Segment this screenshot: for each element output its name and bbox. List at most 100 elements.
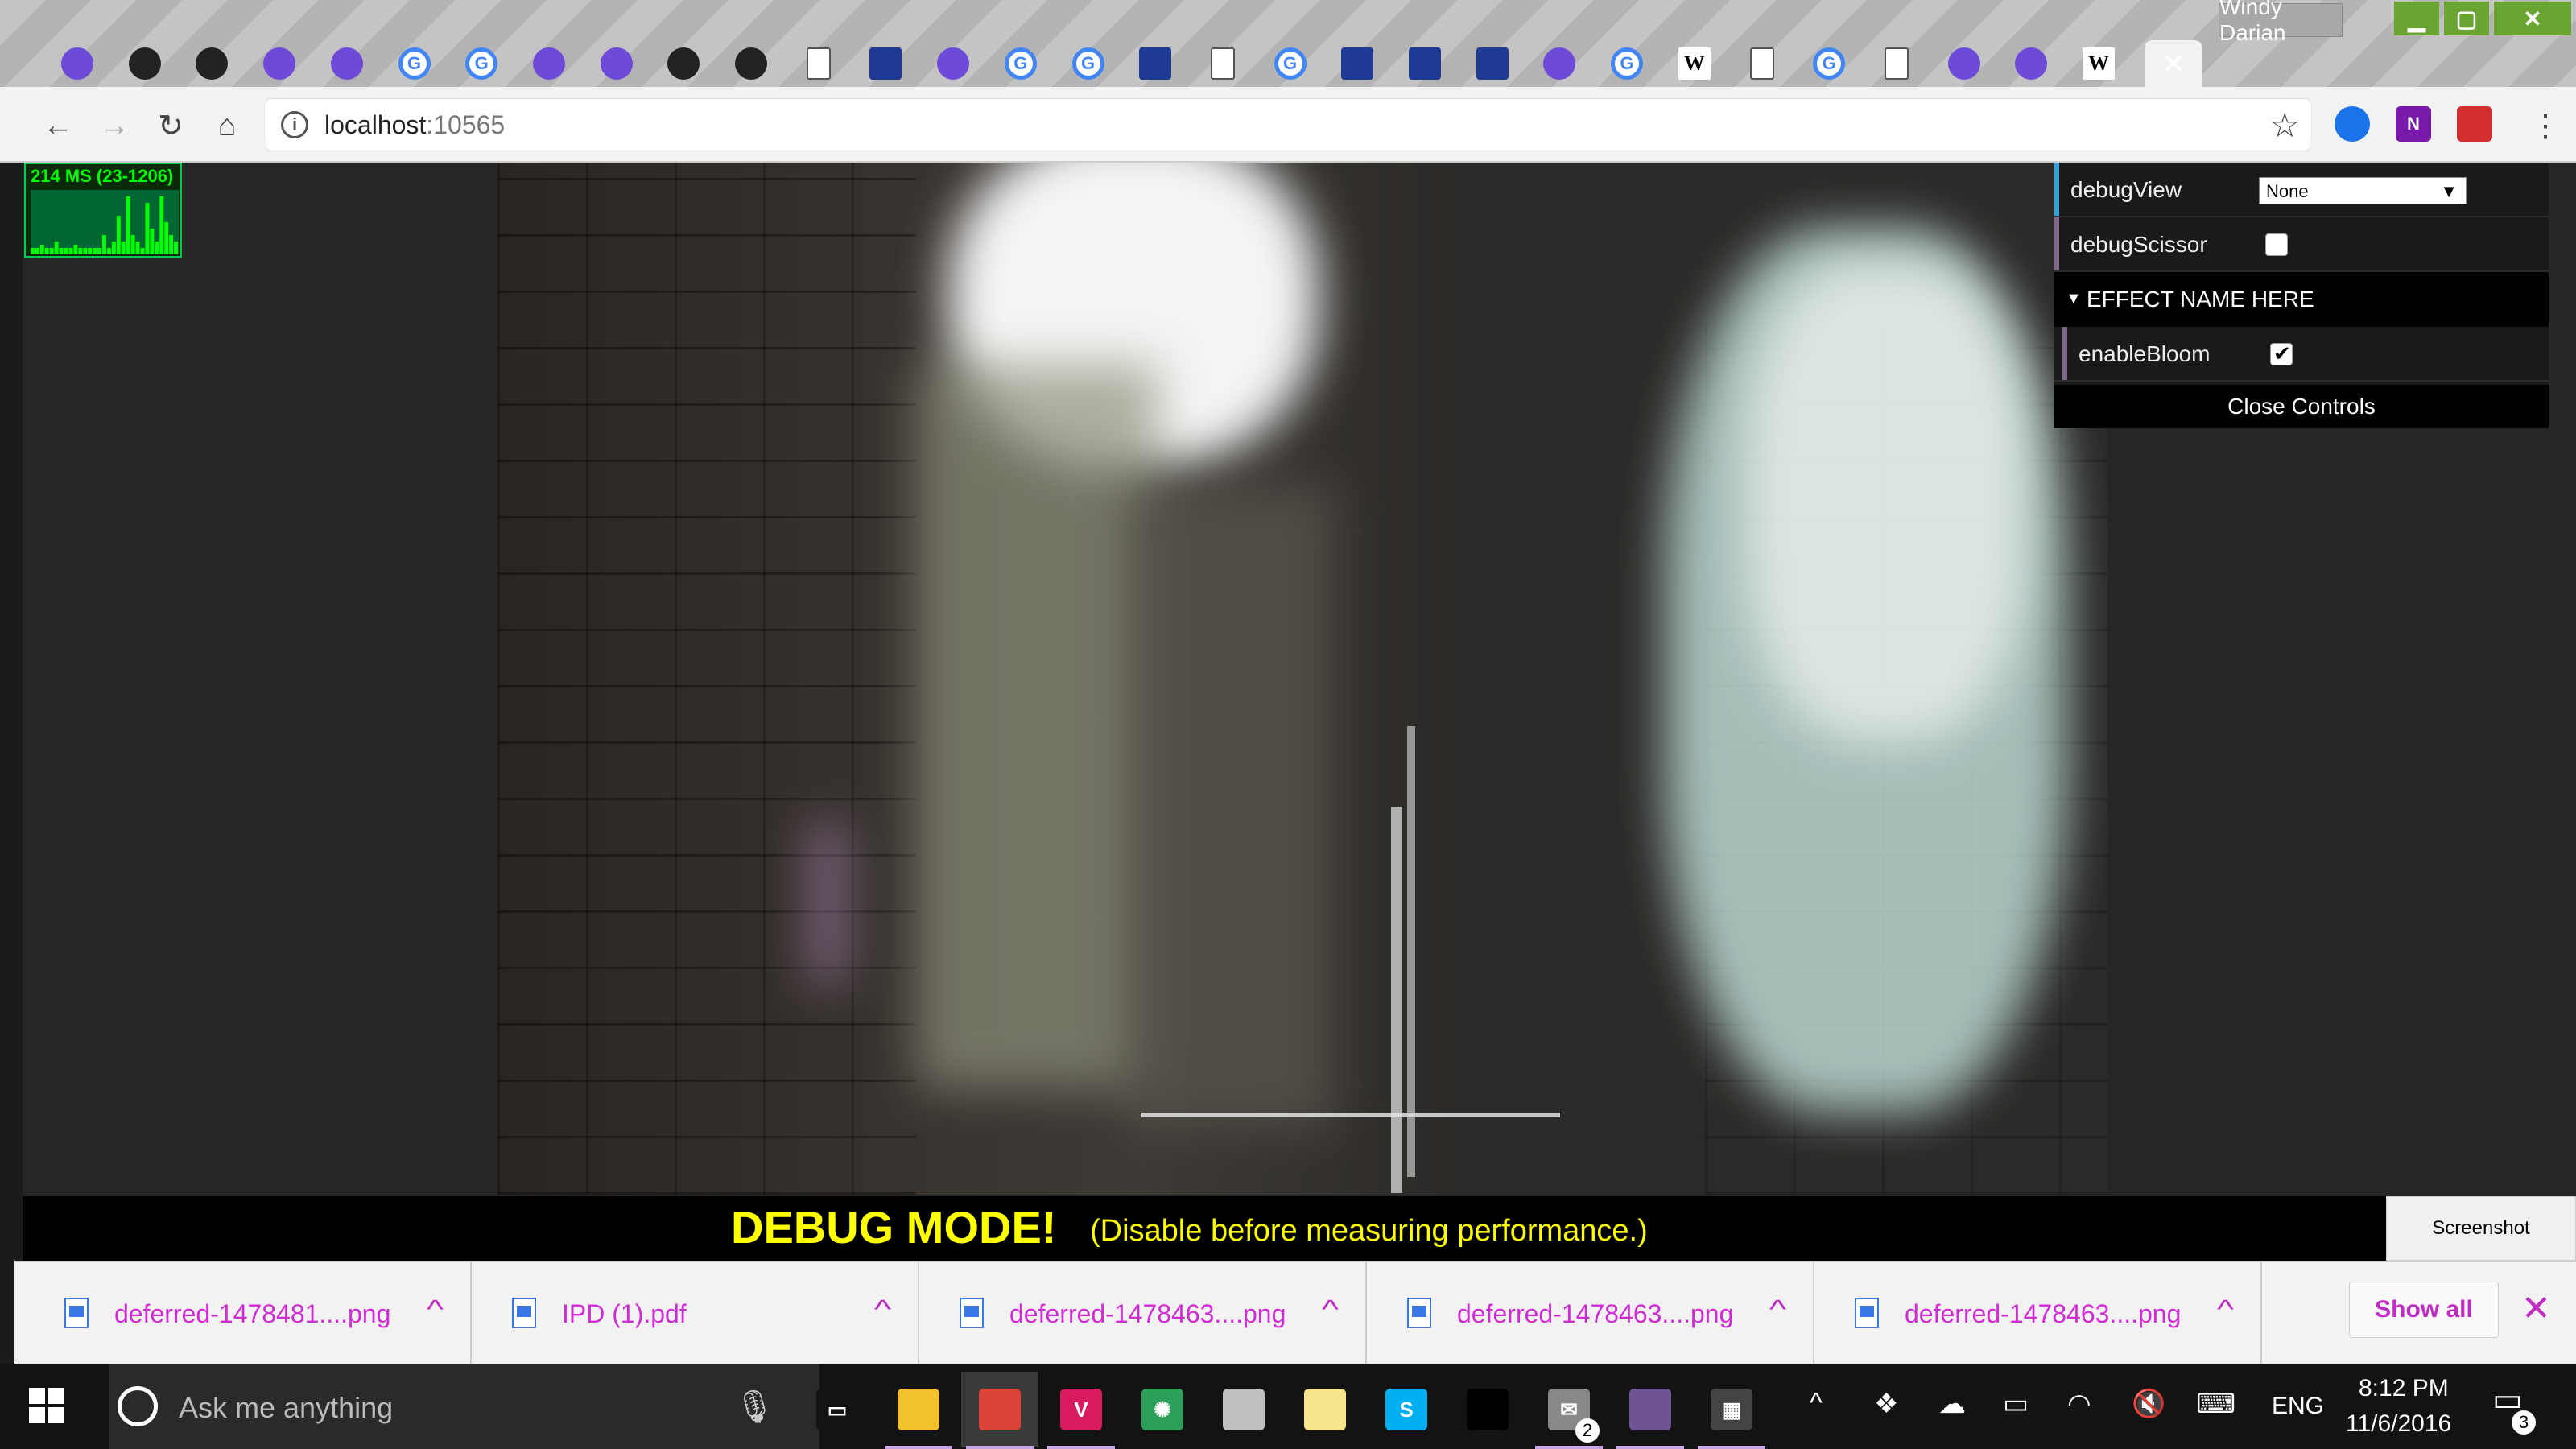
minimize-button[interactable]: ▁ <box>2394 2 2439 35</box>
profile-badge[interactable]: Windy Darian <box>2219 0 2343 45</box>
download-item[interactable]: deferred-1478481....png ^ <box>14 1262 472 1365</box>
browser-tab[interactable]: W <box>2066 40 2131 87</box>
taskbar-app[interactable]: ✺ <box>1124 1372 1201 1447</box>
frame-time-bar <box>31 248 35 254</box>
window-close-button[interactable]: ✕ <box>2494 2 2571 35</box>
browser-tab[interactable] <box>1730 40 1794 87</box>
browser-tab[interactable] <box>247 40 312 87</box>
browser-tab[interactable] <box>1123 40 1187 87</box>
close-tab-icon[interactable]: ✕ <box>2151 42 2196 87</box>
taskbar-app[interactable] <box>880 1372 957 1449</box>
download-filename[interactable]: deferred-1478463....png <box>1009 1299 1286 1329</box>
back-button[interactable]: ← <box>39 106 77 145</box>
taskbar-app[interactable]: ✉ 2 <box>1530 1372 1608 1449</box>
browser-tab[interactable] <box>1325 40 1389 87</box>
taskbar-app[interactable] <box>961 1372 1038 1449</box>
chevron-up-icon[interactable]: ^ <box>1810 1388 1823 1419</box>
browser-tab[interactable]: G <box>1056 40 1121 87</box>
download-options-chevron-icon[interactable]: ^ <box>1769 1294 1786 1324</box>
browser-tab[interactable] <box>719 40 783 87</box>
windows-start-icon[interactable] <box>29 1388 64 1423</box>
taskbar-app[interactable]: V <box>1042 1372 1120 1449</box>
address-bar[interactable]: i localhost:10565 ☆ <box>266 98 2310 151</box>
browser-tab[interactable] <box>180 40 244 87</box>
browser-tab[interactable] <box>113 40 177 87</box>
taskbar-app[interactable]: ▭ <box>799 1372 876 1447</box>
browser-tab[interactable]: G <box>989 40 1053 87</box>
microphone-icon[interactable]: 🎙 <box>734 1388 775 1426</box>
taskbar-app[interactable] <box>1612 1372 1689 1449</box>
language-indicator[interactable]: ENG <box>2272 1393 2324 1420</box>
taskbar-app[interactable]: ▦ <box>1693 1372 1770 1449</box>
reload-button[interactable]: ↻ <box>151 106 190 145</box>
browser-tab[interactable] <box>1932 40 1996 87</box>
clock-time[interactable]: 8:12 PM <box>2359 1375 2449 1402</box>
browser-tab[interactable] <box>921 40 985 87</box>
show-all-downloads-button[interactable]: Show all <box>2349 1282 2499 1338</box>
download-filename[interactable]: deferred-1478463....png <box>1457 1299 1733 1329</box>
screenshot-button[interactable]: Screenshot <box>2386 1196 2576 1261</box>
browser-tab[interactable] <box>1191 40 1255 87</box>
download-filename[interactable]: deferred-1478463....png <box>1905 1299 2181 1329</box>
browser-tab[interactable] <box>45 40 109 87</box>
download-options-chevron-icon[interactable]: ^ <box>1322 1294 1339 1324</box>
keyboard-icon[interactable]: ⌨ <box>2196 1388 2235 1420</box>
bookmark-star-icon[interactable]: ☆ <box>2269 105 2300 145</box>
download-item[interactable]: deferred-1478463....png ^ <box>1357 1262 1814 1365</box>
enablebloom-checkbox[interactable] <box>2270 341 2293 366</box>
battery-icon[interactable]: ▭ <box>2003 1388 2029 1420</box>
onenote-icon[interactable]: N <box>2396 106 2431 142</box>
browser-tab[interactable] <box>786 40 851 87</box>
download-item[interactable]: IPD (1).pdf ^ <box>462 1262 919 1365</box>
onedrive-icon[interactable]: ☁ <box>1938 1388 1966 1420</box>
download-item[interactable]: deferred-1478463....png ^ <box>1805 1262 2262 1365</box>
browser-tab[interactable] <box>1527 40 1591 87</box>
download-options-chevron-icon[interactable]: ^ <box>874 1294 891 1324</box>
browser-tab[interactable] <box>1864 40 1929 87</box>
browser-tab[interactable]: G <box>1595 40 1659 87</box>
maximize-button[interactable]: ▢ <box>2444 2 2489 35</box>
browser-tab[interactable] <box>853 40 918 87</box>
browser-tab[interactable] <box>517 40 581 87</box>
browser-tab[interactable]: G <box>382 40 447 87</box>
browser-tab[interactable] <box>315 40 379 87</box>
render-canvas[interactable] <box>497 163 2107 1195</box>
download-filename[interactable]: deferred-1478481....png <box>114 1299 390 1329</box>
url-text[interactable]: localhost:10565 <box>324 110 505 140</box>
forward-button[interactable]: → <box>95 106 134 145</box>
debugview-select[interactable]: None ▼ <box>2259 177 2467 204</box>
chrome-menu-icon[interactable]: ⋮ <box>2526 106 2565 145</box>
browser-tab[interactable] <box>1393 40 1457 87</box>
circle-extension-icon[interactable] <box>2334 106 2370 142</box>
taskbar-app[interactable] <box>1286 1372 1364 1447</box>
download-item[interactable]: deferred-1478463....png ^ <box>910 1262 1367 1365</box>
penn-shield-icon <box>1409 47 1441 80</box>
download-options-chevron-icon[interactable]: ^ <box>2217 1294 2234 1324</box>
download-filename[interactable]: IPD (1).pdf <box>562 1299 687 1329</box>
browser-tab[interactable]: G <box>1797 40 1861 87</box>
taskbar-app[interactable] <box>1449 1372 1526 1447</box>
browser-tab[interactable]: W <box>1662 40 1727 87</box>
browser-tab[interactable] <box>584 40 649 87</box>
browser-tab[interactable]: G <box>1258 40 1323 87</box>
download-options-chevron-icon[interactable]: ^ <box>427 1294 444 1324</box>
volume-muted-icon[interactable]: 🔇 <box>2132 1388 2165 1420</box>
fps-stats-panel[interactable]: 214 MS (23-1206) <box>24 163 182 258</box>
clock-date[interactable]: 11/6/2016 <box>2346 1410 2451 1438</box>
browser-tab[interactable] <box>651 40 716 87</box>
red-book-icon[interactable] <box>2457 106 2492 142</box>
debugscissor-checkbox[interactable] <box>2265 233 2288 256</box>
cortana-search-box[interactable]: Ask me anything 🎙 <box>109 1364 819 1449</box>
effect-folder-header[interactable]: ▼ EFFECT NAME HERE <box>2054 272 2549 327</box>
dropbox-icon[interactable]: ❖ <box>1874 1388 1898 1420</box>
site-info-icon[interactable]: i <box>281 111 308 138</box>
taskbar-app[interactable]: S <box>1368 1372 1445 1447</box>
browser-tab[interactable] <box>1999 40 2063 87</box>
close-downloads-icon[interactable]: ✕ <box>2521 1288 2551 1329</box>
close-controls-button[interactable]: Close Controls <box>2054 385 2549 428</box>
home-button[interactable]: ⌂ <box>208 106 246 145</box>
wifi-icon[interactable]: ◠ <box>2067 1388 2091 1420</box>
browser-tab[interactable]: G <box>449 40 514 87</box>
browser-tab[interactable] <box>1460 40 1525 87</box>
taskbar-app[interactable] <box>1205 1372 1282 1447</box>
